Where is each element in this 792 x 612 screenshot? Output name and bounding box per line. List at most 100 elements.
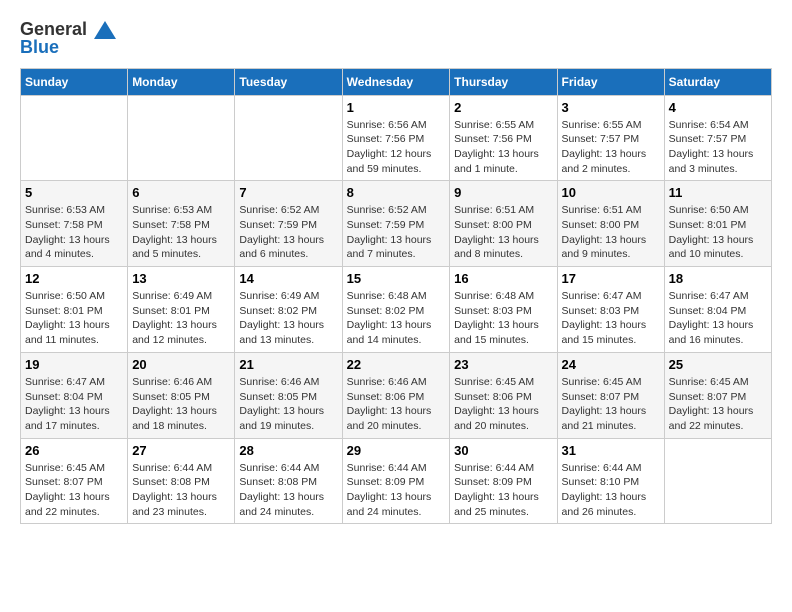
calendar-day-cell: 11 Sunrise: 6:50 AMSunset: 8:01 PMDaylig… (664, 181, 771, 267)
day-info: Sunrise: 6:53 AMSunset: 7:58 PMDaylight:… (25, 203, 123, 262)
day-number: 17 (562, 271, 660, 286)
calendar-day-cell: 3 Sunrise: 6:55 AMSunset: 7:57 PMDayligh… (557, 95, 664, 181)
calendar-day-cell (128, 95, 235, 181)
day-number: 12 (25, 271, 123, 286)
day-info: Sunrise: 6:47 AMSunset: 8:04 PMDaylight:… (25, 375, 123, 434)
day-info: Sunrise: 6:54 AMSunset: 7:57 PMDaylight:… (669, 118, 767, 177)
calendar-day-cell: 19 Sunrise: 6:47 AMSunset: 8:04 PMDaylig… (21, 352, 128, 438)
weekday-header: Thursday (450, 68, 557, 95)
calendar-week-row: 1 Sunrise: 6:56 AMSunset: 7:56 PMDayligh… (21, 95, 772, 181)
weekday-header: Sunday (21, 68, 128, 95)
day-info: Sunrise: 6:52 AMSunset: 7:59 PMDaylight:… (239, 203, 337, 262)
calendar-day-cell: 26 Sunrise: 6:45 AMSunset: 8:07 PMDaylig… (21, 438, 128, 524)
day-number: 10 (562, 185, 660, 200)
day-number: 9 (454, 185, 552, 200)
calendar-day-cell: 4 Sunrise: 6:54 AMSunset: 7:57 PMDayligh… (664, 95, 771, 181)
calendar-day-cell: 5 Sunrise: 6:53 AMSunset: 7:58 PMDayligh… (21, 181, 128, 267)
day-number: 21 (239, 357, 337, 372)
day-number: 28 (239, 443, 337, 458)
calendar-header-row: SundayMondayTuesdayWednesdayThursdayFrid… (21, 68, 772, 95)
day-info: Sunrise: 6:47 AMSunset: 8:04 PMDaylight:… (669, 289, 767, 348)
weekday-header: Monday (128, 68, 235, 95)
calendar-day-cell: 9 Sunrise: 6:51 AMSunset: 8:00 PMDayligh… (450, 181, 557, 267)
day-number: 15 (347, 271, 446, 286)
day-number: 14 (239, 271, 337, 286)
day-info: Sunrise: 6:45 AMSunset: 8:06 PMDaylight:… (454, 375, 552, 434)
day-info: Sunrise: 6:51 AMSunset: 8:00 PMDaylight:… (562, 203, 660, 262)
calendar-week-row: 5 Sunrise: 6:53 AMSunset: 7:58 PMDayligh… (21, 181, 772, 267)
day-number: 5 (25, 185, 123, 200)
calendar-day-cell: 10 Sunrise: 6:51 AMSunset: 8:00 PMDaylig… (557, 181, 664, 267)
day-info: Sunrise: 6:44 AMSunset: 8:10 PMDaylight:… (562, 461, 660, 520)
day-number: 2 (454, 100, 552, 115)
calendar-week-row: 26 Sunrise: 6:45 AMSunset: 8:07 PMDaylig… (21, 438, 772, 524)
day-number: 30 (454, 443, 552, 458)
day-number: 16 (454, 271, 552, 286)
day-number: 26 (25, 443, 123, 458)
calendar-day-cell: 6 Sunrise: 6:53 AMSunset: 7:58 PMDayligh… (128, 181, 235, 267)
day-number: 3 (562, 100, 660, 115)
day-info: Sunrise: 6:50 AMSunset: 8:01 PMDaylight:… (669, 203, 767, 262)
calendar-day-cell: 22 Sunrise: 6:46 AMSunset: 8:06 PMDaylig… (342, 352, 450, 438)
calendar-day-cell: 27 Sunrise: 6:44 AMSunset: 8:08 PMDaylig… (128, 438, 235, 524)
day-number: 25 (669, 357, 767, 372)
day-info: Sunrise: 6:55 AMSunset: 7:57 PMDaylight:… (562, 118, 660, 177)
day-info: Sunrise: 6:46 AMSunset: 8:06 PMDaylight:… (347, 375, 446, 434)
calendar-day-cell: 12 Sunrise: 6:50 AMSunset: 8:01 PMDaylig… (21, 267, 128, 353)
calendar-day-cell: 8 Sunrise: 6:52 AMSunset: 7:59 PMDayligh… (342, 181, 450, 267)
day-number: 13 (132, 271, 230, 286)
calendar-day-cell: 28 Sunrise: 6:44 AMSunset: 8:08 PMDaylig… (235, 438, 342, 524)
day-number: 11 (669, 185, 767, 200)
calendar-week-row: 12 Sunrise: 6:50 AMSunset: 8:01 PMDaylig… (21, 267, 772, 353)
day-info: Sunrise: 6:45 AMSunset: 8:07 PMDaylight:… (669, 375, 767, 434)
calendar-day-cell: 13 Sunrise: 6:49 AMSunset: 8:01 PMDaylig… (128, 267, 235, 353)
day-number: 22 (347, 357, 446, 372)
calendar-day-cell: 1 Sunrise: 6:56 AMSunset: 7:56 PMDayligh… (342, 95, 450, 181)
calendar-day-cell (235, 95, 342, 181)
day-number: 18 (669, 271, 767, 286)
day-number: 1 (347, 100, 446, 115)
calendar-table: SundayMondayTuesdayWednesdayThursdayFrid… (20, 68, 772, 525)
calendar-day-cell: 7 Sunrise: 6:52 AMSunset: 7:59 PMDayligh… (235, 181, 342, 267)
day-info: Sunrise: 6:48 AMSunset: 8:03 PMDaylight:… (454, 289, 552, 348)
calendar-day-cell: 25 Sunrise: 6:45 AMSunset: 8:07 PMDaylig… (664, 352, 771, 438)
weekday-header: Tuesday (235, 68, 342, 95)
day-info: Sunrise: 6:55 AMSunset: 7:56 PMDaylight:… (454, 118, 552, 177)
day-number: 4 (669, 100, 767, 115)
day-number: 23 (454, 357, 552, 372)
day-info: Sunrise: 6:49 AMSunset: 8:02 PMDaylight:… (239, 289, 337, 348)
logo: General Blue (20, 20, 116, 58)
calendar-day-cell: 21 Sunrise: 6:46 AMSunset: 8:05 PMDaylig… (235, 352, 342, 438)
calendar-day-cell: 2 Sunrise: 6:55 AMSunset: 7:56 PMDayligh… (450, 95, 557, 181)
calendar-week-row: 19 Sunrise: 6:47 AMSunset: 8:04 PMDaylig… (21, 352, 772, 438)
calendar-day-cell (664, 438, 771, 524)
day-info: Sunrise: 6:44 AMSunset: 8:08 PMDaylight:… (132, 461, 230, 520)
calendar-day-cell: 15 Sunrise: 6:48 AMSunset: 8:02 PMDaylig… (342, 267, 450, 353)
day-number: 24 (562, 357, 660, 372)
day-info: Sunrise: 6:51 AMSunset: 8:00 PMDaylight:… (454, 203, 552, 262)
weekday-header: Friday (557, 68, 664, 95)
calendar-day-cell: 18 Sunrise: 6:47 AMSunset: 8:04 PMDaylig… (664, 267, 771, 353)
weekday-header: Wednesday (342, 68, 450, 95)
calendar-day-cell: 14 Sunrise: 6:49 AMSunset: 8:02 PMDaylig… (235, 267, 342, 353)
day-info: Sunrise: 6:48 AMSunset: 8:02 PMDaylight:… (347, 289, 446, 348)
day-info: Sunrise: 6:56 AMSunset: 7:56 PMDaylight:… (347, 118, 446, 177)
day-info: Sunrise: 6:47 AMSunset: 8:03 PMDaylight:… (562, 289, 660, 348)
day-number: 6 (132, 185, 230, 200)
calendar-day-cell: 29 Sunrise: 6:44 AMSunset: 8:09 PMDaylig… (342, 438, 450, 524)
day-number: 7 (239, 185, 337, 200)
page-header: General Blue (20, 20, 772, 58)
day-number: 19 (25, 357, 123, 372)
day-info: Sunrise: 6:45 AMSunset: 8:07 PMDaylight:… (562, 375, 660, 434)
calendar-day-cell: 16 Sunrise: 6:48 AMSunset: 8:03 PMDaylig… (450, 267, 557, 353)
day-number: 8 (347, 185, 446, 200)
calendar-day-cell: 24 Sunrise: 6:45 AMSunset: 8:07 PMDaylig… (557, 352, 664, 438)
day-info: Sunrise: 6:49 AMSunset: 8:01 PMDaylight:… (132, 289, 230, 348)
day-info: Sunrise: 6:50 AMSunset: 8:01 PMDaylight:… (25, 289, 123, 348)
day-info: Sunrise: 6:44 AMSunset: 8:09 PMDaylight:… (347, 461, 446, 520)
day-number: 20 (132, 357, 230, 372)
weekday-header: Saturday (664, 68, 771, 95)
day-info: Sunrise: 6:45 AMSunset: 8:07 PMDaylight:… (25, 461, 123, 520)
day-number: 31 (562, 443, 660, 458)
day-info: Sunrise: 6:52 AMSunset: 7:59 PMDaylight:… (347, 203, 446, 262)
